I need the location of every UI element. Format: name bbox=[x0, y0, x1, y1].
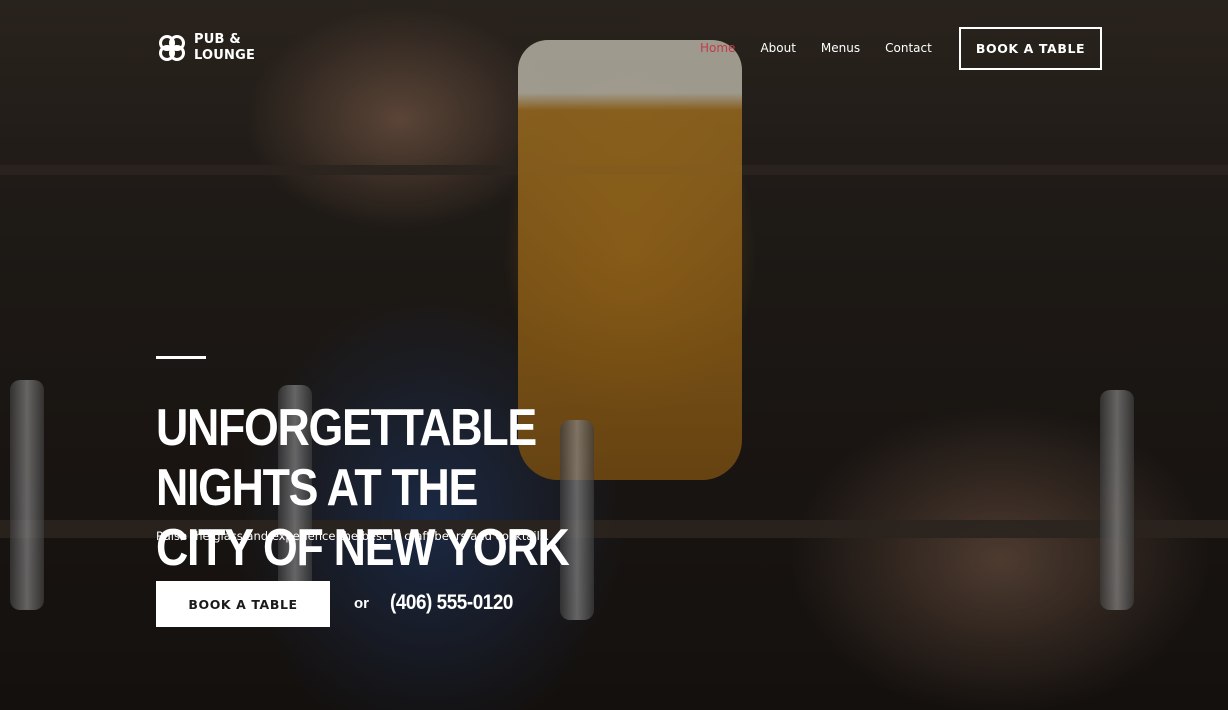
nav-item-menus[interactable]: Menus bbox=[821, 40, 860, 56]
header-book-table-button[interactable]: BOOK A TABLE bbox=[959, 27, 1102, 70]
hero-subtext: Raise the glass and experience the best … bbox=[156, 529, 550, 543]
brand-name: PUB & LOUNGE bbox=[194, 32, 255, 64]
headline-accent-line bbox=[156, 356, 206, 359]
or-separator: or bbox=[354, 595, 369, 612]
main-nav: Home About Menus Contact bbox=[700, 40, 932, 56]
hero-headline-line1: UNFORGETTABLE NIGHTS AT THE bbox=[156, 399, 537, 517]
hero-book-table-button[interactable]: BOOK A TABLE bbox=[156, 581, 330, 627]
nav-item-about[interactable]: About bbox=[760, 40, 795, 56]
hero-headline-line2: CITY OF NEW YORK bbox=[156, 519, 570, 577]
brand-name-line1: PUB & bbox=[194, 32, 241, 47]
nav-item-contact[interactable]: Contact bbox=[885, 40, 932, 56]
clover-logo-icon bbox=[159, 35, 185, 61]
nav-item-home[interactable]: Home bbox=[700, 40, 735, 56]
hero-headline: UNFORGETTABLE NIGHTS AT THE CITY OF NEW … bbox=[156, 398, 706, 578]
brand-name-line2: LOUNGE bbox=[194, 48, 256, 63]
phone-number-link[interactable]: (406) 555-0120 bbox=[390, 591, 513, 615]
brand-logo[interactable]: PUB & LOUNGE bbox=[156, 32, 255, 64]
